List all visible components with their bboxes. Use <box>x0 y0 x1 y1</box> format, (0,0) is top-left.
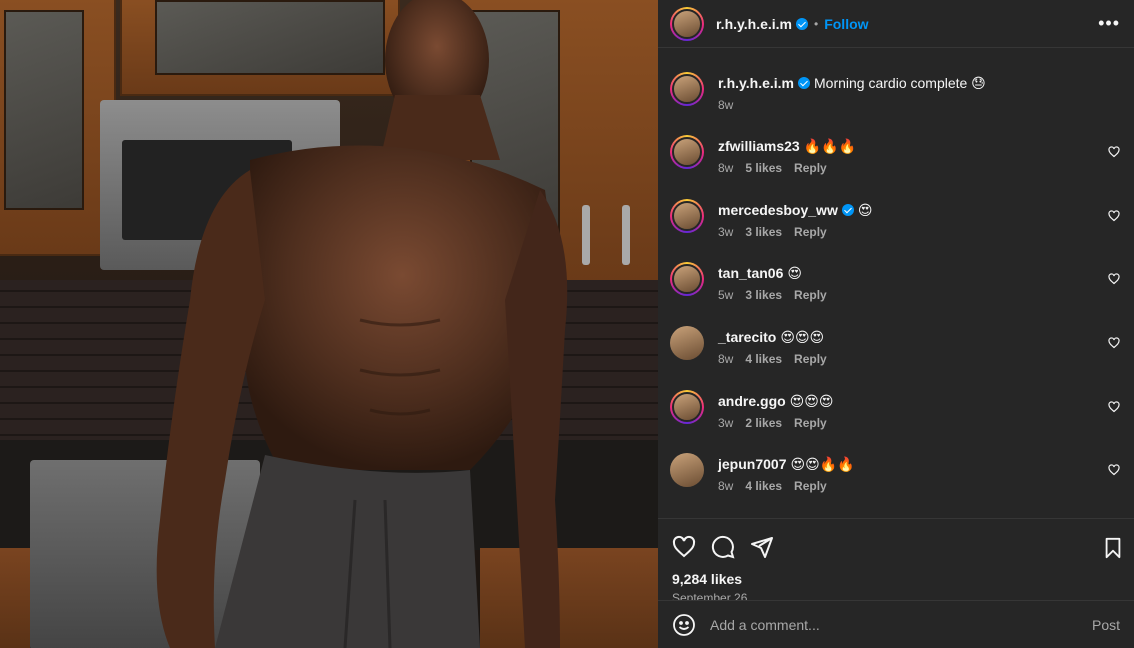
post-viewer: r.h.y.h.e.i.m • Follow ••• r.h.y.h.e.i.m… <box>0 0 1134 648</box>
commenter-username[interactable]: mercedesboy_ww <box>718 202 838 218</box>
commenter-username[interactable]: tan_tan06 <box>718 265 783 281</box>
reply-button[interactable]: Reply <box>794 288 827 302</box>
comment-text: 😍😍😍 <box>789 392 834 409</box>
reply-button[interactable]: Reply <box>794 352 827 366</box>
comment-item: _tarecito 😍😍😍 8w 4 likes Reply <box>670 326 1122 390</box>
commenter-avatar[interactable] <box>670 326 704 361</box>
verified-badge-icon <box>796 17 808 30</box>
reply-button[interactable]: Reply <box>794 225 827 239</box>
comment-item: zfwilliams23 🔥🔥🔥 8w 5 likes Reply <box>670 135 1122 199</box>
follow-button[interactable]: Follow <box>824 16 868 32</box>
comment-likes[interactable]: 5 likes <box>745 161 782 175</box>
person-figure <box>156 0 568 648</box>
comment-text: 😍😍😍 <box>780 329 825 346</box>
comment-likes[interactable]: 3 likes <box>745 225 782 239</box>
comment-time: 8w <box>718 352 734 367</box>
reply-button[interactable]: Reply <box>794 161 827 175</box>
caption-avatar[interactable] <box>670 72 704 106</box>
commenter-avatar[interactable] <box>670 135 704 169</box>
comment-likes[interactable]: 4 likes <box>745 352 782 366</box>
commenter-avatar[interactable] <box>670 198 704 233</box>
more-options-icon[interactable]: ••• <box>1098 13 1120 34</box>
caption-text: Morning cardio complete 😓 <box>814 75 986 91</box>
verified-badge-icon <box>841 203 854 216</box>
comment-text: 😍 <box>857 201 873 218</box>
commenter-username[interactable]: _tarecito <box>718 329 776 345</box>
caption-username[interactable]: r.h.y.h.e.i.m <box>718 75 794 91</box>
comment-like-heart-icon[interactable] <box>1108 273 1120 285</box>
bookmark-save-icon[interactable] <box>1102 537 1124 559</box>
comment-time: 8w <box>718 479 734 494</box>
commenter-username[interactable]: jepun7007 <box>718 456 786 472</box>
like-heart-icon[interactable] <box>672 535 696 559</box>
comment-like-heart-icon[interactable] <box>1108 210 1120 222</box>
comment-likes[interactable]: 3 likes <box>745 288 782 302</box>
post-caption: r.h.y.h.e.i.m Morning cardio complete 😓 8… <box>670 48 1122 135</box>
comment-like-heart-icon[interactable] <box>1108 464 1120 476</box>
share-send-icon[interactable] <box>750 535 774 559</box>
commenter-username[interactable]: zfwilliams23 <box>718 138 800 154</box>
reply-button[interactable]: Reply <box>794 416 827 430</box>
emoji-smiley-icon[interactable] <box>672 613 696 637</box>
post-photo[interactable] <box>0 0 658 648</box>
comment-like-heart-icon[interactable] <box>1108 337 1120 349</box>
comment-text: 🔥🔥🔥 <box>803 138 856 154</box>
comment-likes[interactable]: 2 likes <box>745 416 782 430</box>
comment-time: 5w <box>718 288 734 303</box>
post-details-panel: r.h.y.h.e.i.m • Follow ••• r.h.y.h.e.i.m… <box>658 0 1134 648</box>
commenter-username[interactable]: andre.ggo <box>718 393 786 409</box>
comment-text: 😍 <box>787 265 802 282</box>
author-username[interactable]: r.h.y.h.e.i.m <box>716 16 792 32</box>
comment-item: tan_tan06 😍 5w 3 likes Reply <box>670 262 1122 326</box>
comment-item: jepun7007 😍😍🔥🔥 8w 4 likes Reply <box>670 453 1122 517</box>
comments-list[interactable]: r.h.y.h.e.i.m Morning cardio complete 😓 8… <box>658 48 1134 518</box>
comment-like-heart-icon[interactable] <box>1108 401 1120 413</box>
caption-time: 8w <box>718 98 734 112</box>
likes-count[interactable]: 9,284 likes <box>672 571 1120 587</box>
comment-bubble-icon[interactable] <box>711 535 735 559</box>
post-comment-button[interactable]: Post <box>1092 617 1120 633</box>
separator-dot: • <box>814 16 819 31</box>
commenter-avatar[interactable] <box>670 389 704 424</box>
commenter-avatar[interactable] <box>670 453 704 488</box>
comment-item: andre.ggo 😍😍😍 3w 2 likes Reply <box>670 389 1122 454</box>
commenter-avatar[interactable] <box>670 262 704 297</box>
comment-item: mercedesboy_ww 😍 3w 3 likes Reply <box>670 198 1122 263</box>
add-comment-input[interactable] <box>710 616 1092 633</box>
post-header: r.h.y.h.e.i.m • Follow ••• <box>658 0 1134 48</box>
add-comment-bar: Post <box>658 600 1134 648</box>
author-avatar[interactable] <box>670 6 704 41</box>
comment-likes[interactable]: 4 likes <box>745 479 782 493</box>
comment-time: 8w <box>718 161 734 175</box>
verified-badge-icon <box>798 77 810 89</box>
comment-text: 😍😍🔥🔥 <box>790 456 855 473</box>
reply-button[interactable]: Reply <box>794 479 827 493</box>
comment-time: 3w <box>718 224 734 239</box>
comment-time: 3w <box>718 415 734 430</box>
comment-like-heart-icon[interactable] <box>1108 146 1120 158</box>
